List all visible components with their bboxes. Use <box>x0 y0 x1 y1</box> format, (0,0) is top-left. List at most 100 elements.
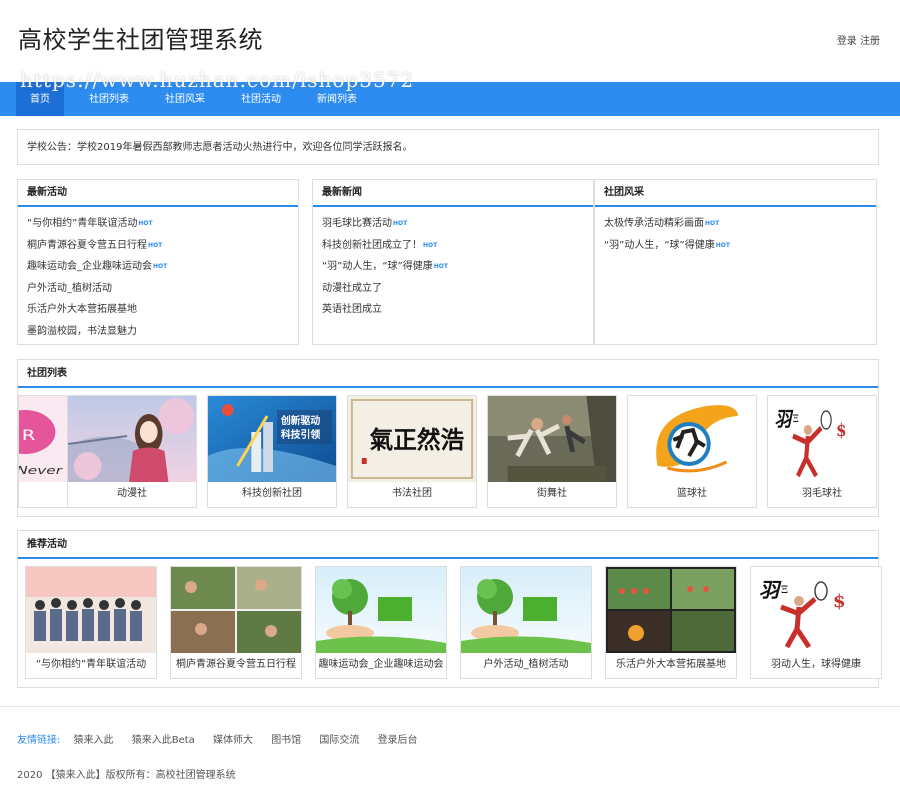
club-style-panel: 社团风采 太极传承活动精彩画面HOT “羽”动人生，“球”得健康HOT <box>594 179 877 345</box>
svg-text:$: $ <box>836 419 846 441</box>
svg-text:Ξ: Ξ <box>781 585 788 596</box>
latest-news-panel: 最新新闻 羽毛球比赛活动HOT 科技创新社团成立了！HOT “羽”动人生，“球”得健… <box>312 179 594 345</box>
svg-text:Never: Never <box>19 465 64 477</box>
svg-text:R: R <box>22 428 36 444</box>
club-name: 羽毛球社 <box>802 488 842 499</box>
club-name: 街舞社 <box>537 488 567 499</box>
svg-text:Ξ: Ξ <box>793 413 799 425</box>
list-item[interactable]: 羽毛球比赛活动HOT <box>322 213 593 235</box>
club-card[interactable]: 氣正然浩 书法社团 <box>347 395 477 508</box>
activity-name: 户外活动_植树活动 <box>483 659 569 670</box>
club-list-title: 社团列表 <box>18 360 878 388</box>
club-thumbnail <box>628 396 756 482</box>
list-item-text: 桐庐青源谷夏令营五日行程 <box>27 239 147 251</box>
activity-thumbnail <box>26 567 156 653</box>
svg-text:创新驱动: 创新驱动 <box>280 414 320 427</box>
list-item[interactable]: 乐活户外大本营拓展基地 <box>27 299 298 321</box>
list-item[interactable]: 太极传承活动精彩画面HOT <box>604 213 876 235</box>
list-item[interactable]: 户外活动_植树活动 <box>27 278 298 300</box>
nav-club-list[interactable]: 社团列表 <box>75 82 143 116</box>
activity-thumbnail: 羽 Ξ $ <box>751 567 881 653</box>
friend-link[interactable]: 猿来入此Beta <box>132 735 195 746</box>
login-link[interactable]: 登录 <box>837 36 857 47</box>
list-item-text: 乐活户外大本营拓展基地 <box>27 304 137 316</box>
school-notice: 学校公告：学校2019年暑假西部教师志愿者活动火热进行中，欢迎各位同学活跃报名。 <box>17 129 879 165</box>
friend-link[interactable]: 登录后台 <box>378 735 418 746</box>
friend-links: 友情链接: 猿来入此 猿来入此Beta 媒体师大 图书馆 国际交流 登录后台 <box>17 731 433 746</box>
hot-badge: HOT <box>705 220 720 227</box>
activity-name: 乐活户外大本营拓展基地 <box>616 659 726 670</box>
friend-link[interactable]: 媒体师大 <box>213 735 253 746</box>
list-item[interactable]: 趣味运动会_企业趣味运动会HOT <box>27 256 298 278</box>
hot-badge: HOT <box>393 220 408 227</box>
activity-thumbnail <box>316 567 446 653</box>
activity-card[interactable]: “与你相约”青年联谊活动 <box>25 566 157 679</box>
nav-home[interactable]: 首页 <box>16 82 64 116</box>
club-style-list: 太极传承活动精彩画面HOT “羽”动人生，“球”得健康HOT <box>595 207 876 256</box>
latest-activities-list: “与你相约”青年联谊活动HOT 桐庐青源谷夏令营五日行程HOT 趣味运动会_企业趣味… <box>18 207 298 343</box>
site-title: 高校学生社团管理系统 <box>18 26 263 54</box>
club-thumbnail: 羽 Ξ $ <box>768 396 876 482</box>
activity-thumbnail <box>606 567 736 653</box>
list-item-text: 动漫社成立了 <box>322 282 382 294</box>
club-card[interactable]: 街舞社 <box>487 395 617 508</box>
club-name: 动漫社 <box>117 488 147 499</box>
friend-link[interactable]: 图书馆 <box>271 735 301 746</box>
list-item-text: “羽”动人生，“球”得健康 <box>322 261 433 273</box>
activity-card[interactable]: 趣味运动会_企业趣味运动会 <box>315 566 447 679</box>
recommended-section: 推荐活动 “与你相约”青年联谊活动 桐庐青源谷夏令营五日行程 趣味运动会_企业趣味运… <box>17 530 882 688</box>
list-item-text: 趣味运动会_企业趣味运动会 <box>27 261 152 273</box>
list-item-text: 户外活动_植树活动 <box>27 282 112 294</box>
activity-name: 羽动人生，球得健康 <box>771 659 861 670</box>
activity-card[interactable]: 乐活户外大本营拓展基地 <box>605 566 737 679</box>
latest-activities-panel: 最新活动 “与你相约”青年联谊活动HOT 桐庐青源谷夏令营五日行程HOT 趣味运动会… <box>17 179 299 345</box>
auth-links: 登录 注册 <box>837 32 880 47</box>
club-thumbnail: 氣正然浩 <box>348 396 476 482</box>
hot-badge: HOT <box>433 263 448 271</box>
list-item-text: 科技创新社团成立了！ <box>322 239 422 251</box>
list-item[interactable]: “羽”动人生，“球”得健康HOT <box>604 235 876 257</box>
club-style-title: 社团风采 <box>595 180 876 207</box>
friend-link[interactable]: 国际交流 <box>319 735 359 746</box>
list-item[interactable]: 动漫社成立了 <box>322 278 593 300</box>
club-card[interactable]: 羽 Ξ $ 羽毛球社 <box>767 395 877 508</box>
main-nav: 首页 社团列表 社团风采 社团活动 新闻列表 <box>0 82 900 116</box>
club-name: 科技创新社团 <box>242 488 302 499</box>
svg-text:$: $ <box>833 591 846 612</box>
list-item-text: 羽毛球比赛活动 <box>322 218 392 229</box>
list-item[interactable]: 科技创新社团成立了！HOT <box>322 235 593 257</box>
activity-card[interactable]: 桐庐青源谷夏令营五日行程 <box>170 566 302 679</box>
hot-badge: HOT <box>153 263 168 271</box>
list-item[interactable]: 桐庐青源谷夏令营五日行程HOT <box>27 235 298 257</box>
list-item-text: 英语社团成立 <box>322 304 382 316</box>
list-item[interactable]: 墨韵溢校园，书法显魅力 <box>27 321 298 343</box>
activity-name: 桐庐青源谷夏令营五日行程 <box>176 659 296 670</box>
nav-club-style[interactable]: 社团风采 <box>151 82 219 116</box>
activity-card[interactable]: 户外活动_植树活动 <box>460 566 592 679</box>
svg-text:氣正然浩: 氣正然浩 <box>370 426 465 454</box>
activity-name: “与你相约”青年联谊活动 <box>35 659 147 670</box>
club-card[interactable]: 创新驱动 科技引领科技创新社团 <box>207 395 337 508</box>
svg-text:羽: 羽 <box>775 409 794 432</box>
club-card[interactable]: 动漫社 <box>67 395 197 508</box>
recommended-title: 推荐活动 <box>18 531 878 559</box>
club-card[interactable]: 篮球社 <box>627 395 757 508</box>
hot-badge: HOT <box>148 241 163 249</box>
list-item-text: 太极传承活动精彩画面 <box>604 218 704 229</box>
list-item[interactable]: “羽”动人生，“球”得健康HOT <box>322 256 593 278</box>
nav-club-activities[interactable]: 社团活动 <box>227 82 295 116</box>
nav-news-list[interactable]: 新闻列表 <box>303 82 371 116</box>
club-list-section: 社团列表 R Never 动漫社 创新驱动 科技引领 科技创新社团 氣正然浩 书法社团 街舞社篮… <box>17 359 879 517</box>
hot-badge: HOT <box>423 241 438 249</box>
club-thumbnail <box>68 396 196 482</box>
list-item[interactable]: 英语社团成立 <box>322 299 593 321</box>
friend-link[interactable]: 猿来入此 <box>74 735 114 746</box>
friend-links-label: 友情链接: <box>17 735 61 746</box>
activity-card[interactable]: 羽 Ξ $ 羽动人生，球得健康 <box>750 566 882 679</box>
club-thumbnail <box>488 396 616 482</box>
svg-text:科技引领: 科技引领 <box>281 428 320 441</box>
register-link[interactable]: 注册 <box>860 36 880 47</box>
list-item-text: “羽”动人生，“球”得健康 <box>604 239 715 251</box>
list-item[interactable]: “与你相约”青年联谊活动HOT <box>27 213 298 235</box>
copyright: 2020 【猿来入此】版权所有：高校社团管理系统 <box>17 770 236 781</box>
